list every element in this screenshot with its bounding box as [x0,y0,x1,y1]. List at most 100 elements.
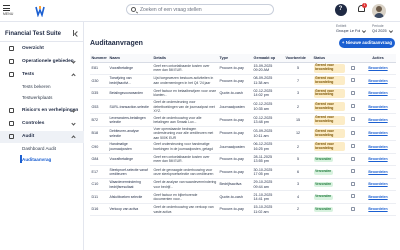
cell-details: Voer openstaande bedragen ondersteuning … [152,126,218,142]
table-row[interactable]: E81 Voorafbetalinge Geef een ontoelatbaard… [90,62,396,76]
col-header-gemaakt-op[interactable]: Gemaakt op [252,54,284,63]
cell-naam: Handmatige journaalposten [108,140,152,154]
cell-status: Verzonden [312,203,346,217]
notifications-button[interactable]: 1 [357,3,367,14]
cell-type: Quote-to-cash [218,87,252,101]
review-link[interactable]: Beoordelen [368,157,387,161]
review-link[interactable]: Beoordelen [368,195,387,199]
sidebar-item-audit[interactable]: Audit [0,131,84,143]
table-row[interactable]: C10 Waardevermindering bedrijfsresultaat G… [90,178,396,192]
cell-details: Geef factuur en betaalbewijzen voor onze… [152,87,218,101]
review-link[interactable]: Beoordelen [368,145,387,149]
status-badge: Gereed voor beoordeling [313,76,345,86]
review-link[interactable]: Beoordelen [368,170,387,174]
col-header-status[interactable]: Status [312,54,346,63]
new-audit-request-button[interactable]: + Nieuwe auditaanvraag [339,38,395,48]
cell-voorbeelden: 15 [284,113,312,127]
table-row[interactable]: D35 Betalingsvoorwaarden Geef factuur en b… [90,87,396,101]
cell-naam: Debiteuren-analyse selectie [108,126,152,142]
sidebar-subitem-testwerkplaats[interactable]: Testwerkplaats [22,95,52,100]
status-badge: Gereed voor beoordeling [313,115,345,125]
row-checkbox[interactable] [351,65,355,70]
row-checkbox[interactable] [351,104,355,109]
cell-gemaakt-op: 03-09-2025 10:11 am [252,126,284,142]
review-link[interactable]: Beoordelen [368,66,387,70]
collapse-sidebar-icon[interactable] [73,30,79,36]
col-header-voorbeelden[interactable]: Voorbeelde [284,54,312,63]
chevron-up-icon [71,73,76,78]
cell-gemaakt-op: 15-09-2025 09:20 AM [252,62,284,76]
table-row[interactable]: G84 Voorafbetalinge Geef een ontoelatbaard… [90,153,396,167]
table-row[interactable]: B72 Leveranciers-betalingen selectie Geef … [90,113,396,127]
cell-time: 17:05 pm [253,171,269,176]
review-link[interactable]: Beoordelen [368,91,387,95]
row-checkbox[interactable] [351,169,355,174]
sidebar-item-overzicht[interactable]: Overzicht [0,43,84,55]
cell-voorbeelden: 7 [284,74,312,88]
cell-gemaakt-op: 02-12-2025 13:48 pm [252,113,284,127]
col-header-details[interactable]: Details [152,54,218,63]
review-link[interactable]: Beoordelen [368,118,387,122]
entity-select[interactable]: Entiteit Groupe Le Fol [336,24,365,33]
row-checkbox[interactable] [351,206,355,211]
table-row[interactable]: D16 Verkoop van activa Geef de onderbouwin… [90,203,396,217]
cell-details: Geef de analyse van waardevermindering v… [152,178,218,192]
col-header-type[interactable]: Type [218,54,252,63]
row-checkbox[interactable] [351,130,355,135]
cell-acties: Beoordelen [360,62,396,76]
cell-details: Lijst toegewezen bestuurs activiteiten i… [152,74,218,88]
table-row[interactable]: E17 Steekproef-selectie vanaf crediteuren… [90,165,396,179]
cell-status: Gereed voor beoordeling [312,74,346,88]
cell-type: Journaalposten [218,99,252,115]
sidebar-item-controles[interactable]: Controles [0,118,84,130]
col-header-naam[interactable]: Naam [108,54,152,63]
cell-acties: Beoordelen [360,113,396,127]
cell-voorbeelden: 2 [284,140,312,154]
review-link[interactable]: Beoordelen [368,182,387,186]
cell-time: 10:35 am [253,106,269,111]
cell-status: Verzonden [312,165,346,179]
table-row[interactable]: G30 Toewijzing van bedrijfsactivi... Lijst… [90,74,396,88]
menu-button[interactable]: MENU [3,4,27,18]
sidebar-item-risicos[interactable]: Risico's en verhelpingen [0,105,84,117]
cell-details: Geef de gevraagde onderbouwing voor onze… [152,165,218,179]
table-row[interactable]: C90 Handmatige journaalposten Geef onderst… [90,140,396,154]
help-button[interactable]: ? [335,4,347,16]
row-checkbox[interactable] [351,156,355,161]
cell-time: 13:55 pm [253,159,269,164]
table-row[interactable]: D11 Afsluitboeken selectie Geef factuur en… [90,190,396,204]
sidebar-subitem-tests-bekeren[interactable]: Tests bekeren [22,84,51,89]
user-avatar[interactable] [372,4,386,18]
flask-icon [9,72,14,77]
status-badge: Verzonden [313,206,333,213]
row-checkbox[interactable] [351,90,355,95]
sidebar-item-tests[interactable]: Tests [0,69,84,81]
table-row[interactable]: G53 SURL-transaction-selectie Geef de onde… [90,99,396,115]
sidebar-item-label: Controles [22,121,45,126]
main-content: Entiteit Groupe Le Fol Periode Q4 2025 A… [84,22,400,250]
row-checkbox[interactable] [351,181,355,186]
row-checkbox[interactable] [351,117,355,122]
review-link[interactable]: Beoordelen [368,105,387,109]
cell-type: Procure-to-pay [218,165,252,179]
cell-select [346,113,360,127]
sidebar-subitem-auditaanvrag[interactable]: Auditaanvrag [22,157,51,162]
review-link[interactable]: Beoordelen [368,207,387,211]
review-link[interactable]: Beoordelen [368,79,387,83]
cell-nummer: D35 [90,87,108,101]
cell-nummer: C90 [90,140,108,154]
row-checkbox[interactable] [351,78,355,83]
cell-select [346,99,360,115]
cell-nummer: E81 [90,62,108,76]
row-checkbox[interactable] [351,144,355,149]
review-link[interactable]: Beoordelen [368,131,387,135]
col-header-nummer[interactable]: Nummer [90,54,108,63]
sidebar-item-operationele-gebieden[interactable]: Operationele gebieden [0,56,84,68]
sidebar-subitem-dashboard-audit[interactable]: Dashboard Audit [22,146,56,151]
row-checkbox[interactable] [351,194,355,199]
cell-type: Procure-to-pay [218,126,252,142]
period-select[interactable]: Periode Q4 2025 [372,24,391,33]
search-input[interactable]: Zoeken of een vraag stellen [126,4,274,15]
table-row[interactable]: B18 Debiteuren-analyse selectie Voer opens… [90,126,396,142]
cell-select [346,153,360,167]
